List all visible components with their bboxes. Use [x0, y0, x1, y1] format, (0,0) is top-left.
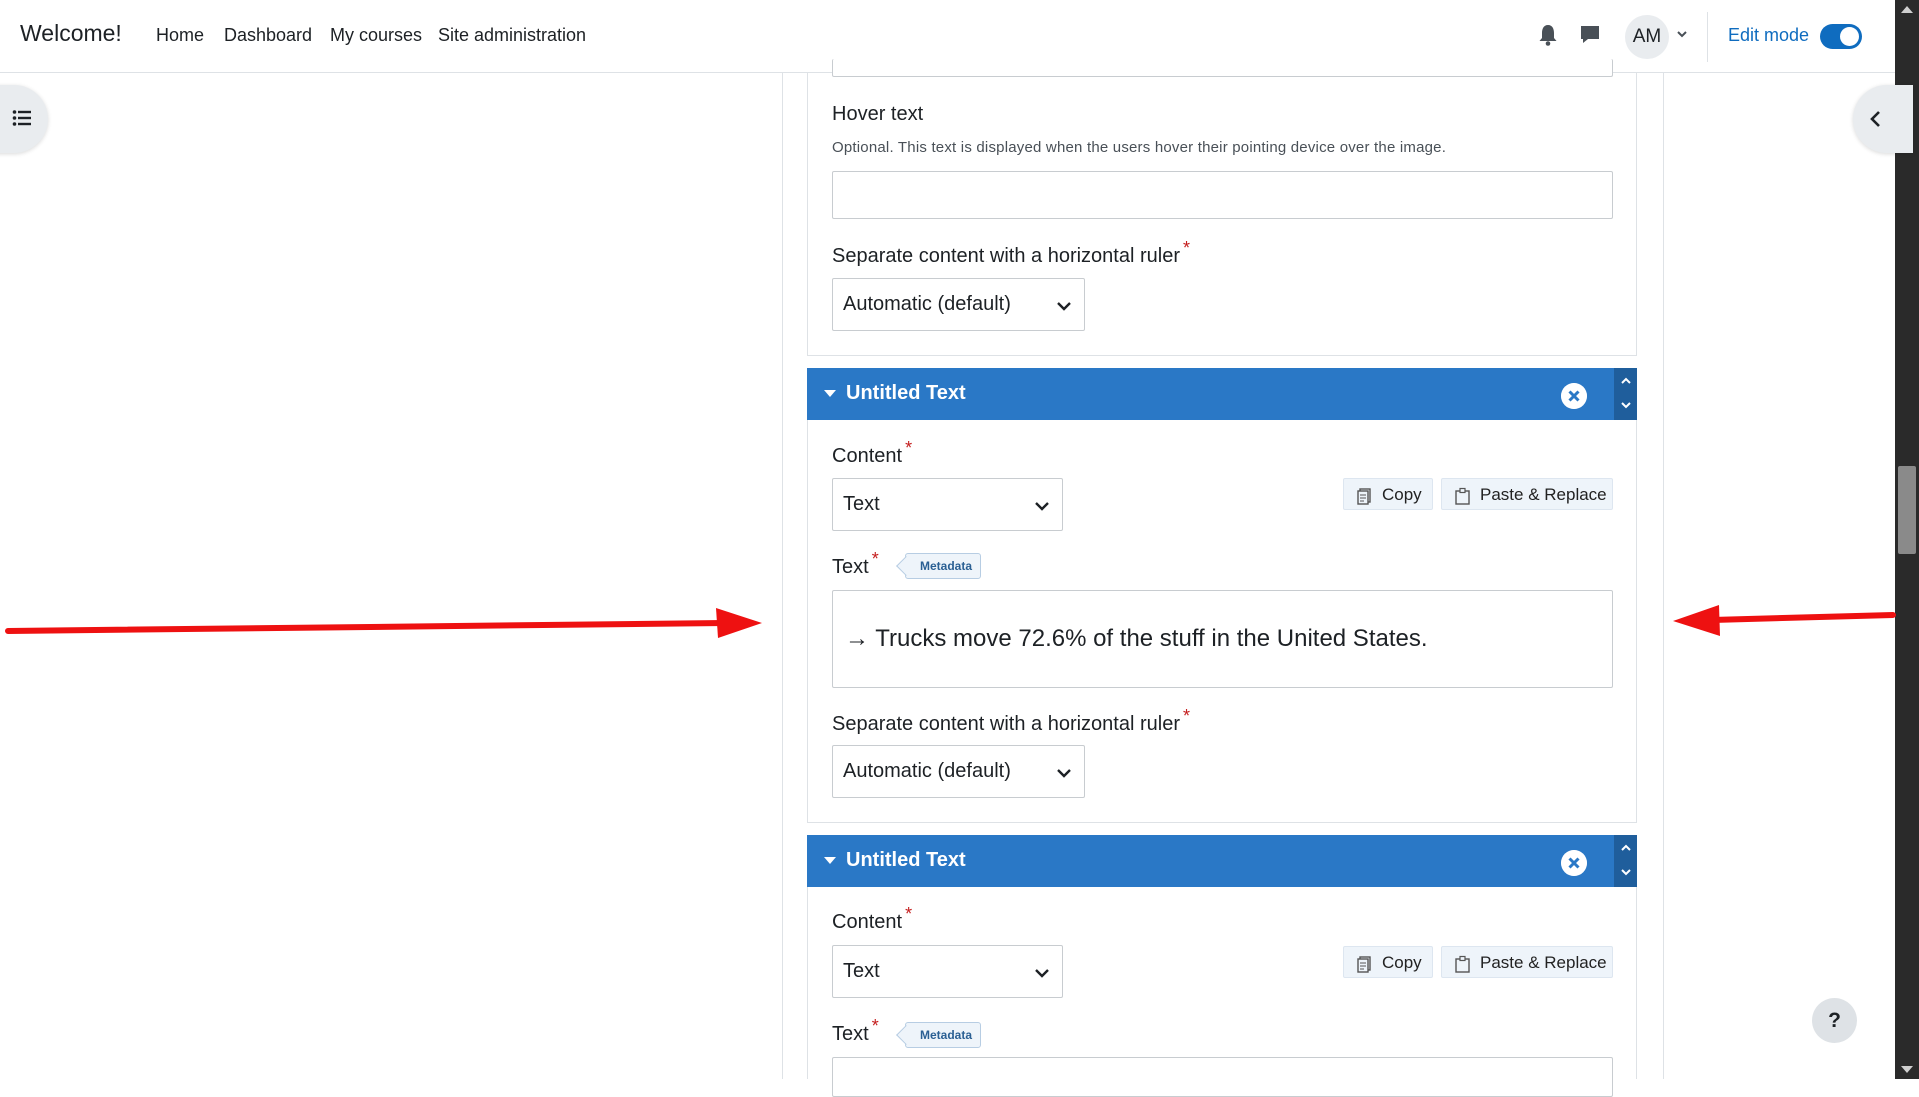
required-asterisk: *	[871, 549, 879, 569]
content-label-text: Content	[832, 445, 903, 467]
chevron-down-icon	[1057, 302, 1071, 311]
paste-replace-label: Paste & Replace	[1480, 485, 1607, 504]
reorder-controls	[1614, 835, 1637, 887]
text-label-text: Text	[832, 556, 869, 578]
panel-body-untitled-text-2: Content * Text Copy Paste & Replace Text *…	[807, 887, 1637, 1097]
reorder-controls	[1614, 368, 1637, 420]
chevron-down-icon	[1057, 769, 1071, 778]
left-annotation-arrow-icon	[5, 608, 762, 638]
messages-chat-icon[interactable]	[1578, 22, 1602, 48]
nav-site-administration[interactable]: Site administration	[438, 25, 586, 46]
text-field-label: Text *	[832, 1016, 879, 1046]
chevron-left-icon	[1870, 111, 1880, 127]
copy-icon	[1357, 488, 1371, 505]
hover-text-label: Hover text	[832, 103, 924, 125]
previous-input-bottom[interactable]	[832, 59, 1613, 77]
notifications-bell-icon[interactable]	[1536, 22, 1560, 48]
image-panel-body: Hover text Optional. This text is displa…	[807, 59, 1637, 356]
edit-mode-label[interactable]: Edit mode	[1728, 25, 1809, 46]
required-asterisk: *	[1182, 238, 1190, 258]
nav-dashboard[interactable]: Dashboard	[224, 25, 312, 46]
separator-select-value: Automatic (default)	[843, 760, 1011, 782]
toggle-knob	[1840, 27, 1859, 46]
move-up-icon[interactable]	[1620, 376, 1632, 386]
required-asterisk: *	[1182, 706, 1190, 726]
list-icon	[12, 110, 31, 126]
nav-divider	[1707, 12, 1708, 62]
panel-title[interactable]: Untitled Text	[846, 849, 966, 872]
content-type-value: Text	[843, 493, 880, 515]
separator-select[interactable]: Automatic (default)	[832, 278, 1085, 331]
panel-header-untitled-text-2[interactable]: Untitled Text	[807, 835, 1637, 887]
move-up-icon[interactable]	[1620, 843, 1632, 853]
edit-mode-toggle[interactable]	[1820, 24, 1862, 49]
move-down-icon[interactable]	[1620, 867, 1632, 877]
paste-replace-button[interactable]: Paste & Replace	[1441, 478, 1613, 510]
metadata-tag[interactable]: Metadata	[905, 553, 982, 579]
separator-label: Separate content with a horizontal ruler…	[832, 706, 1190, 736]
paste-icon	[1455, 955, 1470, 973]
separator-label: Separate content with a horizontal ruler…	[832, 238, 1190, 268]
content-type-select[interactable]: Text	[832, 945, 1063, 998]
scroll-up-arrow-icon[interactable]	[1901, 6, 1913, 13]
move-down-icon[interactable]	[1620, 400, 1632, 410]
text-content-editor[interactable]: → Trucks move 72.6% of the stuff in the …	[832, 590, 1613, 688]
right-annotation-arrow-icon	[1673, 605, 1896, 636]
required-asterisk: *	[871, 1016, 879, 1036]
text-content-value[interactable]: → Trucks move 72.6% of the stuff in the …	[845, 625, 1428, 653]
copy-button-label: Copy	[1382, 485, 1422, 504]
panel-header-untitled-text-1[interactable]: Untitled Text	[807, 368, 1637, 420]
required-asterisk: *	[905, 438, 913, 458]
panel-title[interactable]: Untitled Text	[846, 382, 966, 405]
separator-select-value: Automatic (default)	[843, 293, 1011, 315]
copy-button-label: Copy	[1382, 953, 1422, 972]
panel-body-untitled-text-1: Content * Text Copy Paste & Replace Text *…	[807, 420, 1637, 823]
content-label: Content *	[832, 904, 912, 934]
copy-icon	[1357, 956, 1371, 973]
block-drawer-toggle[interactable]	[1853, 85, 1913, 153]
nav-my-courses[interactable]: My courses	[330, 25, 422, 46]
remove-panel-close-icon[interactable]	[1561, 383, 1587, 409]
page-scrollbar[interactable]	[1895, 0, 1919, 1079]
hover-text-input[interactable]	[832, 171, 1613, 219]
copy-button[interactable]: Copy	[1343, 946, 1433, 978]
scroll-thumb[interactable]	[1898, 466, 1916, 554]
separator-label-text: Separate content with a horizontal ruler	[832, 713, 1180, 735]
required-asterisk: *	[905, 904, 913, 924]
separator-select[interactable]: Automatic (default)	[832, 745, 1085, 798]
scroll-down-arrow-icon[interactable]	[1901, 1066, 1913, 1073]
user-avatar[interactable]: AM	[1625, 15, 1669, 59]
collapse-caret-icon[interactable]	[824, 390, 836, 397]
chevron-down-icon	[1035, 502, 1049, 511]
hover-text-description: Optional. This text is displayed when th…	[832, 139, 1447, 156]
copy-button[interactable]: Copy	[1343, 478, 1433, 510]
text-content-editor[interactable]	[832, 1057, 1613, 1097]
site-brand[interactable]: Welcome!	[20, 20, 122, 47]
metadata-tag[interactable]: Metadata	[905, 1022, 982, 1048]
remove-panel-close-icon[interactable]	[1561, 850, 1587, 876]
paste-replace-button[interactable]: Paste & Replace	[1441, 946, 1613, 978]
nav-home[interactable]: Home	[156, 25, 204, 46]
help-button[interactable]: ?	[1812, 998, 1857, 1043]
course-index-drawer-toggle[interactable]	[0, 85, 48, 153]
chevron-down-icon	[1035, 969, 1049, 978]
chevron-down-icon[interactable]	[1675, 27, 1689, 41]
text-label-text: Text	[832, 1023, 869, 1045]
content-label-text: Content	[832, 911, 903, 933]
content-type-value: Text	[843, 960, 880, 982]
text-field-label: Text *	[832, 549, 879, 579]
content-label: Content *	[832, 438, 912, 468]
separator-label-text: Separate content with a horizontal ruler	[832, 245, 1180, 267]
paste-icon	[1455, 487, 1470, 505]
content-type-select[interactable]: Text	[832, 478, 1063, 531]
paste-replace-label: Paste & Replace	[1480, 953, 1607, 972]
collapse-caret-icon[interactable]	[824, 857, 836, 864]
